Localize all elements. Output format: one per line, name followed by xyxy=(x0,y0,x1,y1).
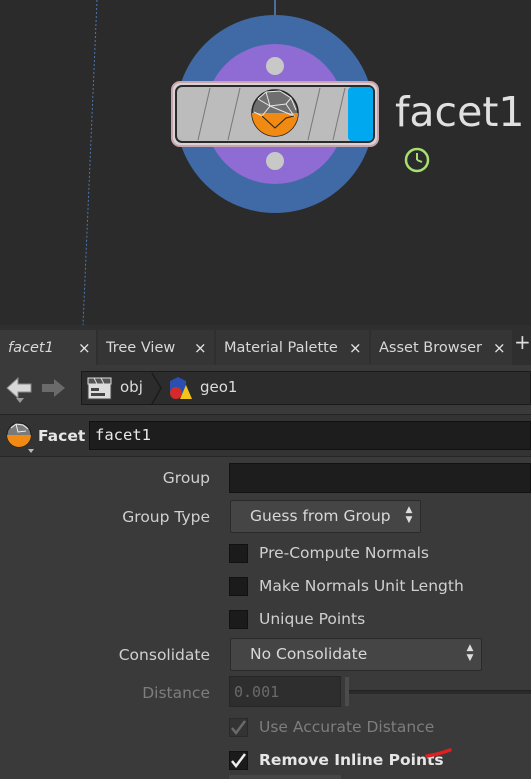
checkmark-icon xyxy=(231,720,246,736)
group-field[interactable] xyxy=(229,463,531,493)
dotted-wire xyxy=(82,0,98,325)
group-type-label: Group Type xyxy=(122,508,210,526)
use-accurate-distance-checkbox[interactable] xyxy=(229,718,248,737)
tab-tree-view[interactable]: Tree View × xyxy=(98,330,214,365)
distance-label: Distance xyxy=(142,684,210,702)
updown-arrow-icon: ▲ ▼ xyxy=(405,505,413,525)
facet-sphere-icon xyxy=(251,89,299,137)
close-icon[interactable]: × xyxy=(349,339,362,357)
facet-node-icon[interactable] xyxy=(4,421,36,453)
make-normals-unit-checkbox[interactable] xyxy=(229,577,248,596)
group-type-menu[interactable]: Guess from Group ▲ ▼ xyxy=(230,500,421,533)
tab-label: Tree View xyxy=(106,340,176,356)
remove-inline-points-checkbox[interactable] xyxy=(229,751,248,770)
forward-arrow-icon[interactable] xyxy=(40,376,68,400)
add-tab-button[interactable]: + xyxy=(514,330,531,365)
pre-compute-normals-checkbox[interactable] xyxy=(229,544,248,563)
distance-field[interactable]: 0.001 xyxy=(229,676,341,707)
chevron-right-icon xyxy=(151,372,162,405)
red-annotation-mark xyxy=(425,748,452,758)
geo-shapes-icon xyxy=(170,377,192,399)
node-name-label[interactable]: facet1 xyxy=(395,88,525,136)
back-arrow-icon[interactable] xyxy=(4,374,34,404)
network-canvas xyxy=(82,0,430,325)
node-name-field[interactable] xyxy=(89,421,531,450)
pre-compute-normals-label: Pre-Compute Normals xyxy=(259,544,430,562)
consolidate-menu[interactable]: No Consolidate ▲ ▼ xyxy=(230,638,482,671)
pane-tab-bar: facet1 × Tree View × Material Palette × … xyxy=(0,325,531,365)
next-parameter-edge xyxy=(229,775,341,779)
tab-label: Material Palette xyxy=(224,340,338,356)
clapperboard-icon xyxy=(87,377,112,400)
remove-inline-points-label: Remove Inline Points xyxy=(259,751,444,769)
close-icon[interactable]: × xyxy=(194,339,207,357)
use-accurate-distance-label: Use Accurate Distance xyxy=(259,718,435,736)
input-connector xyxy=(266,57,284,75)
path-crumb-obj[interactable]: obj xyxy=(120,378,143,396)
updown-arrow-icon: ▲ ▼ xyxy=(466,643,474,663)
make-normals-unit-label: Make Normals Unit Length xyxy=(259,577,464,595)
network-editor[interactable]: facet1 xyxy=(0,0,531,325)
consolidate-label: Consolidate xyxy=(118,646,210,664)
node-display-flag xyxy=(348,87,373,141)
unique-points-label: Unique Points xyxy=(259,610,366,628)
tab-label: facet1 xyxy=(8,340,54,356)
output-connector xyxy=(266,152,284,170)
tab-asset-browser[interactable]: Asset Browser × xyxy=(371,330,512,365)
tab-label: Asset Browser xyxy=(379,340,483,356)
close-icon[interactable]: × xyxy=(78,339,91,357)
unique-points-checkbox[interactable] xyxy=(229,610,248,629)
tab-material-palette[interactable]: Material Palette × xyxy=(216,330,369,365)
node-name-value: facet1 xyxy=(95,426,151,444)
group-type-value: Guess from Group xyxy=(250,507,391,525)
group-label: Group xyxy=(162,469,210,487)
distance-slider-track[interactable] xyxy=(349,690,531,694)
consolidate-value: No Consolidate xyxy=(250,645,368,663)
path-field[interactable] xyxy=(81,371,531,405)
operator-type-label: Facet xyxy=(38,427,86,445)
checkmark-icon xyxy=(231,753,246,769)
tab-facet1[interactable]: facet1 × xyxy=(0,330,96,365)
distance-value: 0.001 xyxy=(234,683,280,701)
clock-badge-icon xyxy=(404,147,430,173)
path-crumb-geo1[interactable]: geo1 xyxy=(200,378,237,396)
close-icon[interactable]: × xyxy=(493,339,506,357)
